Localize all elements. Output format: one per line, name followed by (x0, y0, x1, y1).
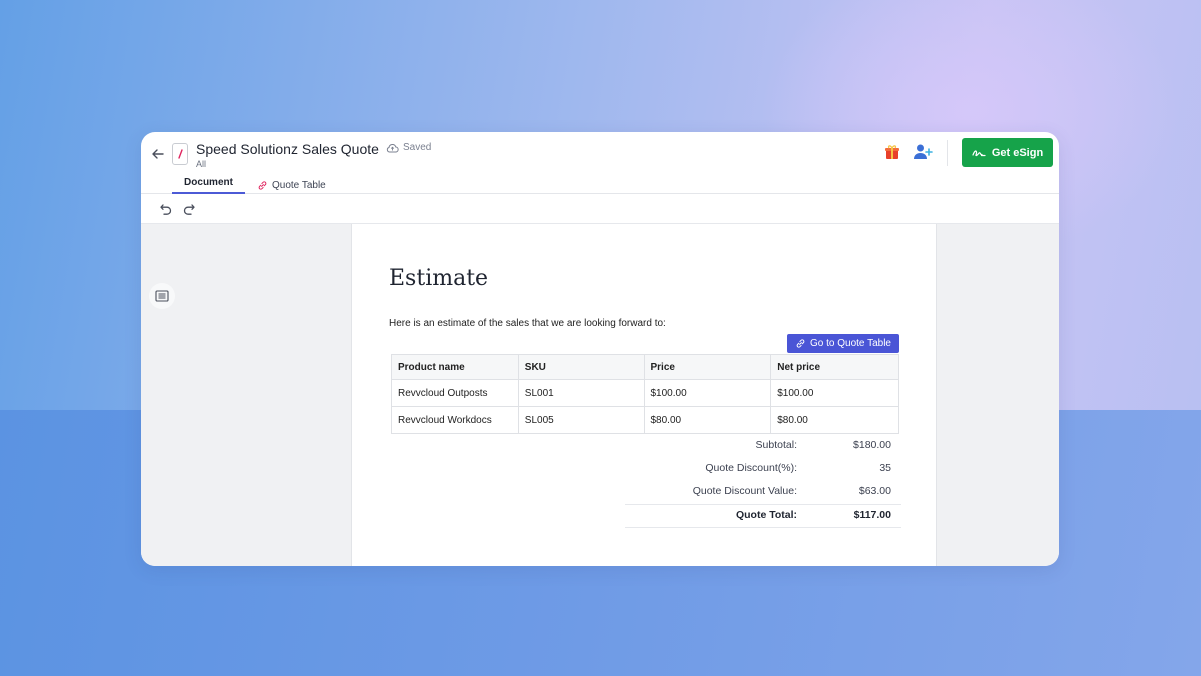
tab-document-label: Document (184, 177, 233, 188)
summary-value: 35 (879, 462, 891, 474)
cell-price: $80.00 (643, 406, 772, 434)
link-icon (796, 339, 805, 348)
editor-toolbar (141, 194, 1059, 224)
document-canvas: Estimate Here is an estimate of the sale… (141, 224, 1059, 566)
go-to-quote-table-button[interactable]: Go to Quote Table (787, 334, 899, 353)
redo-icon[interactable] (182, 202, 196, 216)
summary-row-total: Quote Total: $117.00 (625, 504, 901, 528)
get-esign-button[interactable]: Get eSign (962, 138, 1053, 167)
column-header-product: Product name (391, 354, 519, 380)
summary-row-discount-percent: Quote Discount(%): 35 (625, 458, 901, 481)
summary-label: Subtotal: (755, 439, 797, 451)
saved-label: Saved (403, 142, 432, 153)
cell-sku: SL005 (517, 406, 645, 434)
quote-summary: Subtotal: $180.00 Quote Discount(%): 35 … (625, 435, 901, 528)
cell-net-price: $100.00 (770, 379, 899, 407)
arrow-left-icon (152, 149, 164, 159)
add-user-icon[interactable] (913, 143, 933, 161)
column-header-net-price: Net price (770, 354, 899, 380)
document-page: Estimate Here is an estimate of the sale… (351, 224, 937, 566)
cell-sku: SL001 (517, 379, 645, 407)
app-header: Speed Solutionz Sales Quote All Saved Do… (141, 132, 1059, 194)
cloud-saved-icon (386, 143, 399, 152)
document-icon (172, 143, 188, 165)
outline-toggle-button[interactable] (149, 283, 175, 309)
header-divider (947, 140, 948, 166)
cell-product-name: Revvcloud Outposts (391, 379, 519, 407)
table-row: Revvcloud Outposts SL001 $100.00 $100.00 (391, 379, 899, 407)
gift-icon[interactable] (883, 143, 901, 161)
tab-quote-table-label: Quote Table (272, 180, 326, 191)
summary-label: Quote Discount(%): (705, 462, 797, 474)
column-header-sku: SKU (517, 354, 645, 380)
summary-label: Quote Total: (735, 509, 797, 521)
intro-text: Here is an estimate of the sales that we… (389, 318, 666, 329)
cell-net-price: $80.00 (770, 406, 899, 434)
back-button[interactable] (149, 145, 167, 163)
tab-document[interactable]: Document (172, 177, 245, 194)
page-heading: Estimate (389, 266, 489, 291)
quote-table[interactable]: Product name SKU Price Net price Revvclo… (391, 354, 899, 434)
undo-icon[interactable] (159, 202, 173, 216)
summary-row-subtotal: Subtotal: $180.00 (625, 435, 901, 458)
summary-label: Quote Discount Value: (692, 485, 797, 497)
save-status: Saved (386, 142, 431, 153)
signature-icon (972, 149, 986, 156)
document-folder: All (196, 159, 207, 169)
summary-value: $63.00 (858, 485, 891, 497)
column-header-price: Price (643, 354, 772, 380)
summary-value: $180.00 (853, 439, 891, 451)
cell-product-name: Revvcloud Workdocs (391, 406, 519, 434)
link-icon (258, 181, 267, 190)
document-title[interactable]: Speed Solutionz Sales Quote (196, 141, 379, 157)
get-esign-label: Get eSign (991, 146, 1044, 159)
table-header-row: Product name SKU Price Net price (391, 354, 899, 380)
summary-row-discount-value: Quote Discount Value: $63.00 (625, 481, 901, 504)
tab-quote-table[interactable]: Quote Table (257, 177, 326, 194)
editor-window: Speed Solutionz Sales Quote All Saved Do… (141, 132, 1059, 566)
summary-value: $117.00 (853, 509, 891, 521)
go-to-quote-table-label: Go to Quote Table (810, 338, 891, 349)
list-icon (155, 290, 169, 302)
cell-price: $100.00 (643, 379, 772, 407)
table-row: Revvcloud Workdocs SL005 $80.00 $80.00 (391, 406, 899, 434)
